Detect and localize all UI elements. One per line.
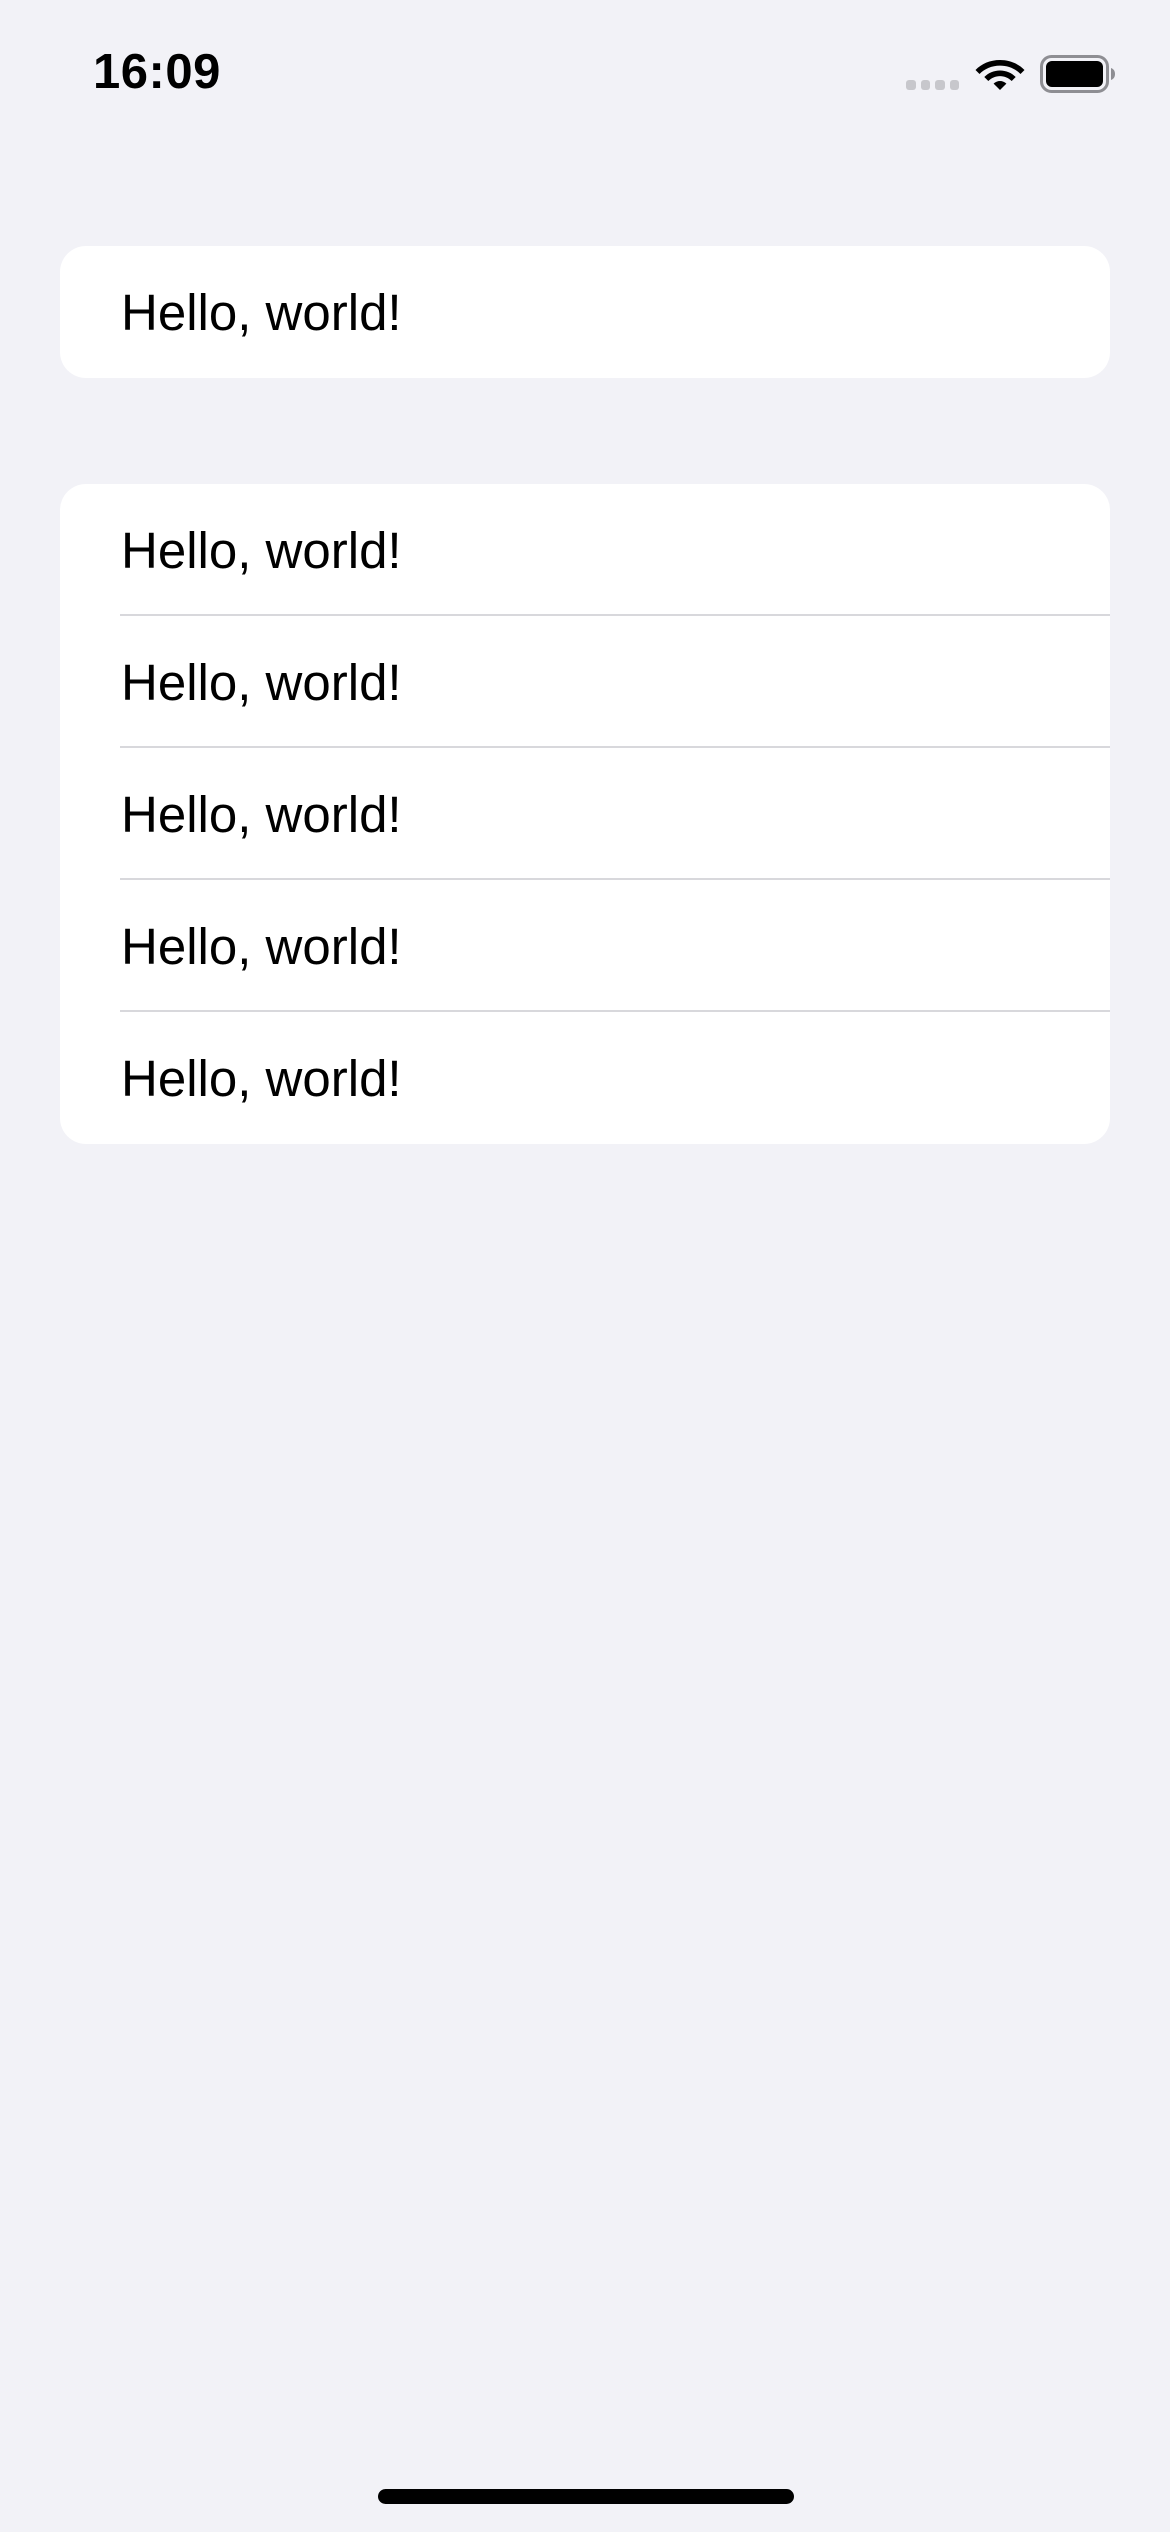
battery-icon	[1040, 55, 1115, 93]
list-item[interactable]: Hello, world!	[60, 484, 1110, 616]
list-section-2: Hello, world! Hello, world! Hello, world…	[60, 484, 1110, 1144]
home-indicator[interactable]	[378, 2489, 794, 2504]
list-item-label: Hello, world!	[121, 653, 402, 711]
list-item[interactable]: Hello, world!	[60, 1012, 1110, 1144]
status-bar: 16:09	[0, 0, 1170, 150]
wifi-icon	[975, 60, 1025, 90]
list-item-label: Hello, world!	[121, 1049, 402, 1107]
list-item-label: Hello, world!	[121, 283, 402, 341]
cellular-signal-icon	[906, 80, 960, 90]
list-item-label: Hello, world!	[121, 917, 402, 975]
list-item[interactable]: Hello, world!	[60, 880, 1110, 1012]
list-item[interactable]: Hello, world!	[60, 246, 1110, 378]
list-item[interactable]: Hello, world!	[60, 748, 1110, 880]
list-item-label: Hello, world!	[121, 785, 402, 843]
list-item[interactable]: Hello, world!	[60, 616, 1110, 748]
status-time: 16:09	[93, 45, 221, 99]
app-screen: 16:09 Hello, world! Hello, world! Hello,…	[0, 0, 1170, 2532]
list-section-1: Hello, world!	[60, 246, 1110, 378]
list-item-label: Hello, world!	[121, 521, 402, 579]
